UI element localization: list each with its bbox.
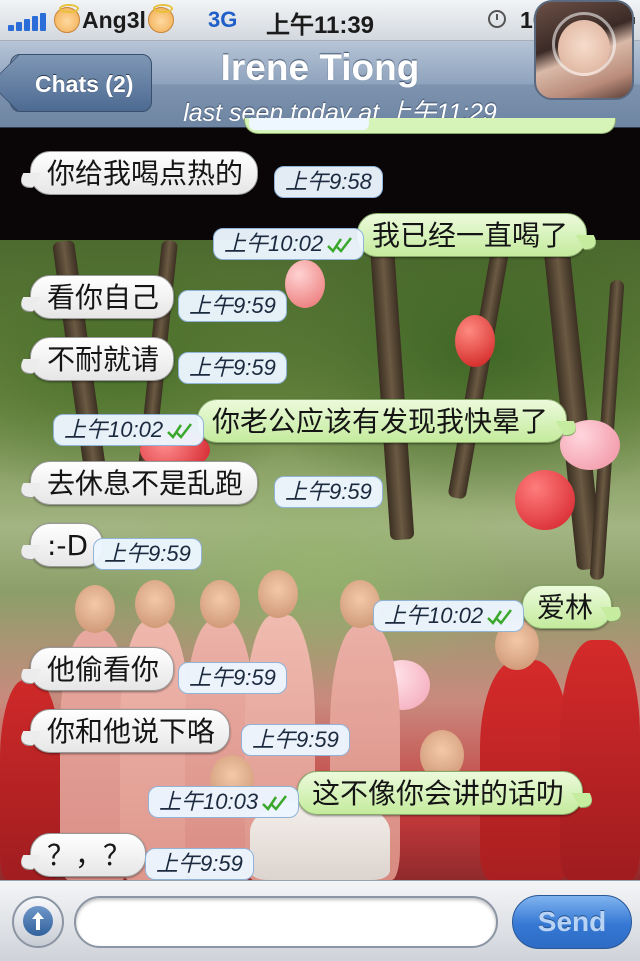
message-timestamp: 上午9:59: [178, 352, 287, 384]
message-incoming[interactable]: 你给我喝点热的: [30, 151, 259, 195]
partial-message: [244, 118, 616, 134]
send-button[interactable]: Send: [512, 895, 632, 949]
message-outgoing[interactable]: 你老公应该有发现我快晕了: [197, 399, 568, 443]
message-incoming[interactable]: 不耐就请: [30, 337, 175, 381]
timestamp-text: 上午10:02: [64, 417, 164, 442]
message-incoming[interactable]: 你和他说下咯: [30, 709, 231, 753]
message-text: 你给我喝点热的: [47, 157, 244, 190]
message-timestamp: 上午9:58: [274, 166, 383, 198]
timestamp-text: 上午10:03: [159, 789, 259, 814]
contact-avatar[interactable]: [534, 0, 634, 100]
timestamp-text: 上午10:02: [224, 231, 324, 256]
message-text: ？，？: [47, 839, 132, 872]
double-check-icon: [487, 609, 513, 626]
arrow-up-circle-icon: [32, 912, 44, 930]
alarm-clock-icon: [488, 10, 506, 28]
message-outgoing[interactable]: 爱林: [522, 585, 613, 629]
message-outgoing[interactable]: 这不像你会讲的话叻: [297, 771, 584, 815]
message-text: 你和他说下咯: [47, 715, 216, 748]
message-text: 这不像你会讲的话叻: [312, 777, 565, 810]
message-text: 去休息不是乱跑: [47, 467, 244, 500]
double-check-icon: [167, 423, 193, 440]
compose-bar: Send: [0, 880, 640, 961]
message-text: 你老公应该有发现我快晕了: [212, 405, 549, 438]
contact-name[interactable]: Irene Tiong: [150, 47, 490, 89]
message-timestamp: 上午9:59: [178, 290, 287, 322]
message-timestamp: 上午10:03: [148, 786, 300, 818]
attach-button[interactable]: [12, 896, 64, 948]
message-timestamp: 上午9:59: [93, 538, 202, 570]
message-outgoing[interactable]: 我已经一直喝了: [357, 213, 588, 257]
double-check-icon: [327, 237, 353, 254]
message-timestamp: 上午10:02: [53, 414, 205, 446]
back-to-chats-button[interactable]: Chats (2): [10, 54, 153, 112]
message-text: 我已经一直喝了: [372, 219, 569, 252]
timestamp-text: 上午10:02: [384, 603, 484, 628]
double-check-icon: [262, 795, 288, 812]
message-text: 不耐就请: [47, 343, 160, 376]
message-timestamp: 上午10:02: [373, 600, 525, 632]
message-timestamp: 上午9:59: [178, 662, 287, 694]
message-timestamp: 上午10:02: [213, 228, 365, 260]
message-text: 看你自己: [47, 281, 160, 314]
message-incoming[interactable]: 他偷看你: [30, 647, 175, 691]
message-text: 他偷看你: [47, 653, 160, 686]
message-text: :-D: [47, 529, 89, 562]
message-input[interactable]: [74, 896, 498, 948]
message-incoming[interactable]: 去休息不是乱跑: [30, 461, 259, 505]
message-timestamp: 上午9:59: [241, 724, 350, 756]
message-timestamp: 上午9:59: [145, 848, 254, 880]
message-incoming[interactable]: ？，？: [30, 833, 147, 877]
message-text: 爱林: [537, 591, 594, 624]
message-timestamp: 上午9:59: [274, 476, 383, 508]
message-incoming[interactable]: 看你自己: [30, 275, 175, 319]
